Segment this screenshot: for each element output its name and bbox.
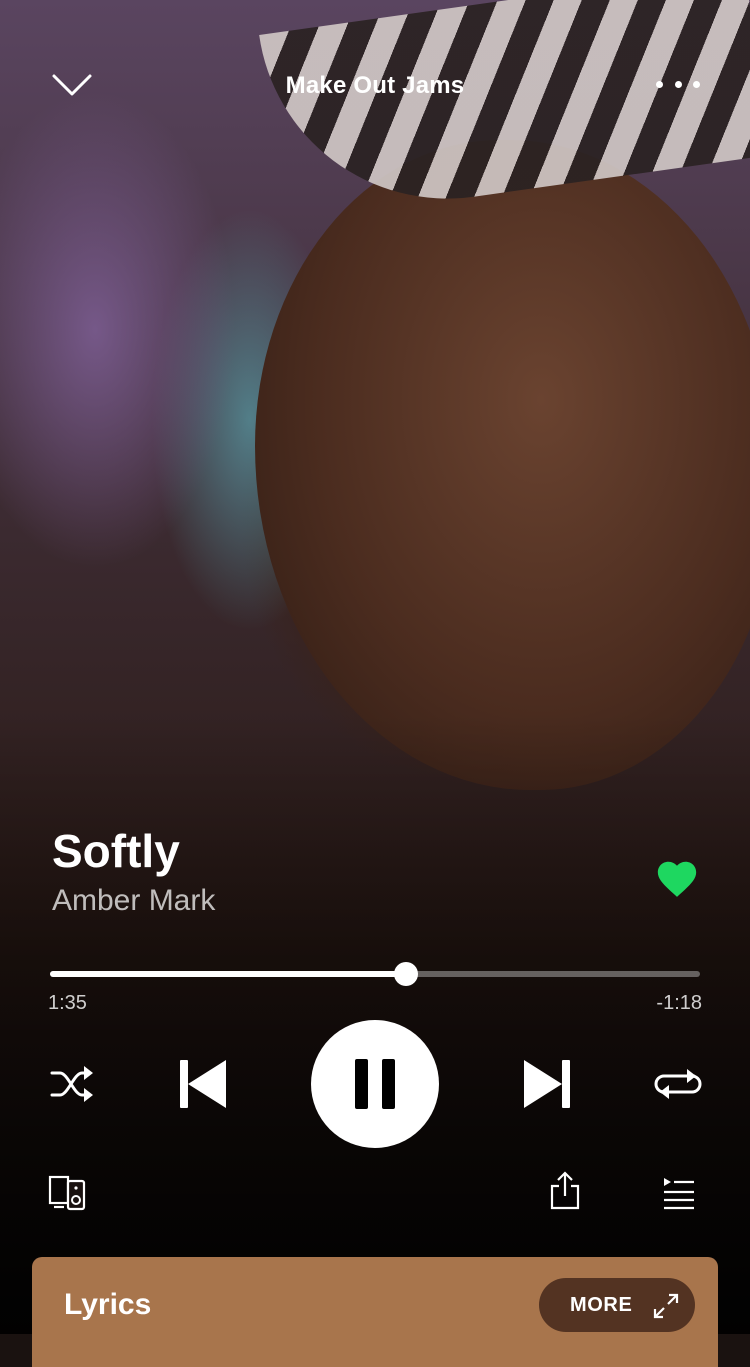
heart-icon[interactable] — [654, 856, 700, 902]
share-icon — [550, 1171, 580, 1210]
lyrics-more-button[interactable]: MORE — [539, 1278, 695, 1332]
next-button[interactable] — [522, 1058, 572, 1110]
queue-icon — [664, 1178, 694, 1210]
playlist-name: Make Out Jams — [285, 72, 465, 99]
expand-icon — [653, 1293, 679, 1319]
lyrics-more-label: MORE — [570, 1293, 633, 1316]
shuffle-icon — [50, 1066, 93, 1102]
pause-button[interactable] — [311, 1020, 439, 1148]
skip-previous-icon — [180, 1060, 226, 1108]
share-button[interactable] — [549, 1170, 581, 1210]
progress-handle[interactable] — [394, 962, 419, 986]
previous-button[interactable] — [178, 1058, 228, 1110]
more-options-icon[interactable] — [656, 72, 700, 96]
lyrics-card[interactable]: Lyrics MORE — [32, 1257, 718, 1367]
devices-button[interactable] — [48, 1174, 88, 1212]
repeat-icon — [654, 1069, 702, 1099]
pause-icon — [355, 1059, 395, 1109]
player-header: Make Out Jams — [0, 56, 750, 116]
queue-button[interactable] — [662, 1176, 696, 1210]
lyrics-label: Lyrics — [64, 1288, 152, 1321]
shuffle-button[interactable] — [48, 1062, 96, 1106]
track-title: Softly — [52, 825, 180, 877]
skip-next-icon — [524, 1060, 570, 1108]
remaining-time: -1:18 — [656, 992, 702, 1014]
elapsed-time: 1:35 — [48, 992, 87, 1014]
repeat-button[interactable] — [654, 1062, 702, 1106]
progress-fill — [50, 971, 407, 977]
artwork-portrait — [255, 140, 750, 790]
devices-icon — [48, 1175, 86, 1211]
progress-bar[interactable] — [50, 962, 700, 986]
track-artist[interactable]: Amber Mark — [52, 884, 215, 918]
